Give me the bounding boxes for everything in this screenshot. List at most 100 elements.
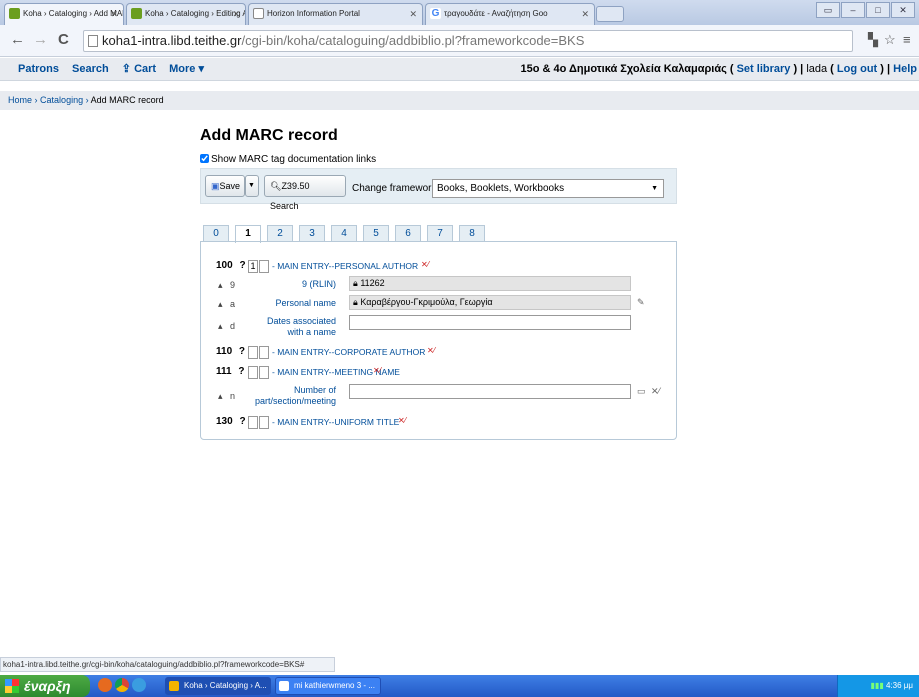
chrome-icon[interactable] bbox=[115, 678, 129, 692]
koha-top-nav: Patrons Search ⇪ Cart More ▾ 15ο & 4ο Δη… bbox=[0, 58, 919, 81]
subfield-n-input[interactable] bbox=[349, 384, 631, 399]
page-icon bbox=[88, 35, 98, 47]
ie-icon[interactable] bbox=[132, 678, 146, 692]
indicator-1[interactable] bbox=[248, 416, 258, 429]
browser-tab-koha-add[interactable]: Koha › Cataloging › Add MAR ✕ bbox=[4, 3, 124, 25]
reload-icon[interactable]: C bbox=[58, 32, 69, 48]
indicator-1[interactable]: 1 bbox=[248, 260, 258, 273]
tab-5[interactable]: 5 bbox=[363, 225, 389, 241]
field-description[interactable]: - MAIN ENTRY--PERSONAL AUTHOR bbox=[272, 261, 418, 271]
forward-icon[interactable]: → bbox=[33, 32, 48, 48]
collapse-arrow-icon[interactable]: ▴ bbox=[218, 391, 223, 402]
page-icon bbox=[253, 8, 264, 19]
save-button[interactable]: ▣Save bbox=[205, 175, 245, 197]
subfield-code: d bbox=[230, 321, 236, 331]
minimize-button[interactable]: – bbox=[841, 2, 865, 18]
browser-tab-horizon[interactable]: Horizon Information Portal ✕ bbox=[248, 3, 423, 25]
clone-subfield-icon[interactable]: ▭ bbox=[637, 386, 646, 397]
indicator-2[interactable] bbox=[259, 416, 269, 429]
lock-icon: 🔒︎ bbox=[353, 297, 358, 307]
tab-6[interactable]: 6 bbox=[395, 225, 421, 241]
subfield-a-input[interactable]: 🔒︎ Καραβέργου-Γκριμούλα, Γεωργία bbox=[349, 295, 631, 310]
taskbar-item-word[interactable]: mi kathierwmeno 3 - ... bbox=[275, 677, 381, 695]
nav-cart[interactable]: ⇪ Cart bbox=[122, 63, 156, 75]
nav-more[interactable]: More ▾ bbox=[169, 63, 204, 75]
library-name: 15ο & 4ο Δημοτικά Σχολεία Καλαμαριάς bbox=[520, 63, 727, 75]
help-link[interactable]: Help bbox=[893, 63, 917, 75]
close-tab-icon[interactable]: ✕ bbox=[232, 4, 240, 24]
close-tab-icon[interactable]: ✕ bbox=[581, 4, 589, 24]
network-icon[interactable]: ▮▮▮ bbox=[871, 681, 884, 690]
z3950-search-button[interactable]: 🔍︎Z39.50 Search bbox=[264, 175, 346, 211]
logout-link[interactable]: Log out bbox=[837, 63, 877, 75]
tab-3[interactable]: 3 bbox=[299, 225, 325, 241]
cataloging-toolbar: ▣Save ▼ 🔍︎Z39.50 Search Change framework… bbox=[200, 168, 677, 211]
edit-icon[interactable]: ✎ bbox=[637, 297, 645, 308]
koha-icon bbox=[9, 8, 20, 19]
start-button[interactable]: έναρξη bbox=[0, 675, 90, 697]
breadcrumb-separator: › bbox=[85, 95, 89, 105]
taskbar-item-chrome[interactable]: Koha › Cataloging › A... bbox=[165, 677, 271, 695]
delete-field-icon[interactable]: ✕⁄ bbox=[398, 416, 406, 425]
tab-7[interactable]: 7 bbox=[427, 225, 453, 241]
floppy-icon: ▣ bbox=[211, 181, 220, 191]
user-icon[interactable]: ▭ bbox=[816, 2, 840, 18]
set-library-link[interactable]: Set library bbox=[737, 63, 791, 75]
save-dropdown-button[interactable]: ▼ bbox=[245, 175, 259, 197]
subfield-label-line2: part/section/meeting bbox=[254, 396, 336, 406]
field-description[interactable]: - MAIN ENTRY--CORPORATE AUTHOR bbox=[272, 347, 425, 357]
indicator-2[interactable] bbox=[259, 366, 269, 379]
tag-help-link[interactable]: ? bbox=[238, 366, 244, 377]
lock-icon: 🔒︎ bbox=[353, 278, 358, 288]
tab-4[interactable]: 4 bbox=[331, 225, 357, 241]
breadcrumb-cataloging[interactable]: Cataloging bbox=[40, 95, 83, 105]
tab-2[interactable]: 2 bbox=[267, 225, 293, 241]
new-tab-button[interactable] bbox=[596, 6, 624, 22]
collapse-arrow-icon[interactable]: ▴ bbox=[218, 321, 223, 332]
delete-field-icon[interactable]: ✕⁄ bbox=[427, 346, 435, 355]
menu-icon[interactable]: ≡ bbox=[903, 32, 911, 47]
indicator-1[interactable] bbox=[248, 346, 258, 359]
nav-patrons[interactable]: Patrons bbox=[18, 63, 59, 75]
delete-field-icon[interactable]: ✕⁄ bbox=[421, 260, 429, 269]
back-icon[interactable]: ← bbox=[10, 32, 25, 48]
field-description[interactable]: - MAIN ENTRY--UNIFORM TITLE bbox=[272, 417, 399, 427]
tab-8[interactable]: 8 bbox=[459, 225, 485, 241]
chevron-down-icon: ▼ bbox=[651, 185, 658, 192]
subfield-label-line1: Number of bbox=[293, 385, 336, 395]
indicator-1[interactable] bbox=[248, 366, 258, 379]
system-tray: ▮▮▮ 4:36 μμ bbox=[837, 675, 919, 697]
subfield-label: Personal name bbox=[275, 298, 336, 308]
indicator-2[interactable] bbox=[259, 346, 269, 359]
subfield-9-input[interactable]: 🔒︎ 11262 bbox=[349, 276, 631, 291]
tag-help-link[interactable]: ? bbox=[239, 346, 245, 357]
close-tab-icon[interactable]: ✕ bbox=[409, 4, 417, 24]
delete-subfield-icon[interactable]: ✕⁄ bbox=[651, 386, 660, 397]
close-tab-icon[interactable]: ✕ bbox=[110, 4, 118, 24]
indicator-2[interactable] bbox=[259, 260, 269, 273]
windows-taskbar: έναρξη Koha › Cataloging › A... mi kathi… bbox=[0, 675, 919, 697]
breadcrumb-current: Add MARC record bbox=[90, 95, 164, 105]
collapse-arrow-icon[interactable]: ▴ bbox=[218, 280, 223, 291]
tab-0[interactable]: 0 bbox=[203, 225, 229, 241]
translate-icon[interactable]: ▚ bbox=[868, 32, 878, 48]
breadcrumb-home[interactable]: Home bbox=[8, 95, 32, 105]
windows-logo-icon bbox=[5, 679, 19, 693]
show-doc-checkbox[interactable] bbox=[200, 154, 209, 163]
tag-help-link[interactable]: ? bbox=[239, 416, 245, 427]
marc-tab-panel: 100 ? 1 - MAIN ENTRY--PERSONAL AUTHOR ✕⁄… bbox=[200, 241, 677, 440]
url-input[interactable]: koha1-intra.libd.teithe.gr/cgi-bin/koha/… bbox=[83, 30, 853, 52]
close-window-button[interactable]: ✕ bbox=[891, 2, 915, 18]
firefox-icon[interactable] bbox=[98, 678, 112, 692]
star-icon[interactable]: ☆ bbox=[884, 32, 896, 48]
framework-select[interactable]: Books, Booklets, Workbooks ▼ bbox=[432, 179, 664, 198]
browser-tab-google[interactable]: G τραγουδάτε - Αναζήτηση Goo ✕ bbox=[425, 3, 595, 25]
maximize-button[interactable]: □ bbox=[866, 2, 890, 18]
nav-search[interactable]: Search bbox=[72, 63, 109, 75]
browser-tab-koha-edit[interactable]: Koha › Cataloging › Editing A ✕ bbox=[126, 3, 246, 25]
subfield-d-input[interactable] bbox=[349, 315, 631, 330]
page-title: Add MARC record bbox=[200, 127, 338, 144]
delete-field-icon[interactable]: ✕⁄ bbox=[373, 366, 381, 375]
collapse-arrow-icon[interactable]: ▴ bbox=[218, 299, 223, 310]
tag-help-link[interactable]: ? bbox=[239, 260, 245, 271]
